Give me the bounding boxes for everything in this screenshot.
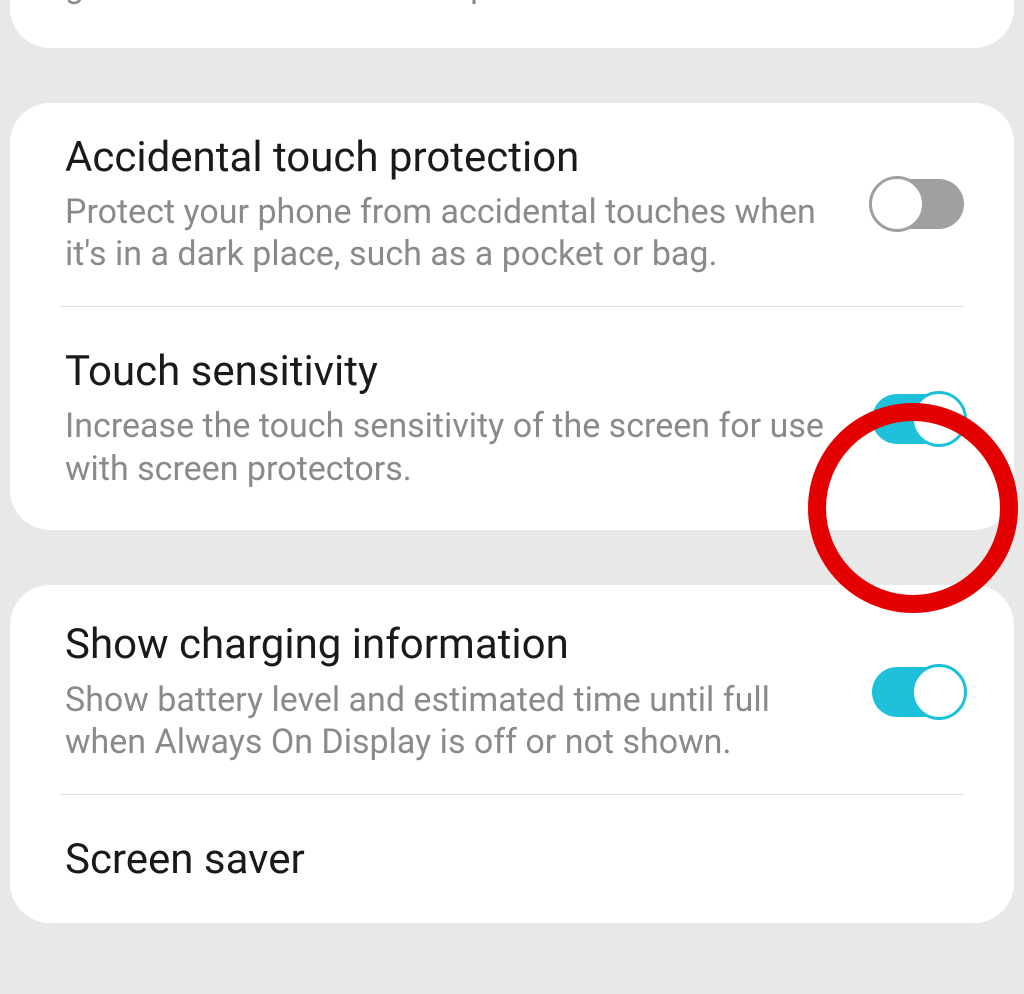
charging-info-toggle[interactable] xyxy=(872,667,964,717)
charging-info-row[interactable]: Show charging information Show battery l… xyxy=(10,585,1014,793)
touch-sensitivity-title: Touch sensitivity xyxy=(65,347,842,397)
screen-saver-row[interactable]: Screen saver xyxy=(10,795,1014,923)
accidental-touch-row[interactable]: Accidental touch protection Protect your… xyxy=(10,103,1014,306)
toggle-knob xyxy=(911,391,967,447)
charging-info-text: Show charging information Show battery l… xyxy=(65,620,872,763)
partial-setting-desc: gestures for more screen space. xyxy=(10,0,1014,8)
toggle-knob xyxy=(911,664,967,720)
accidental-touch-toggle[interactable] xyxy=(872,179,964,229)
charging-info-title: Show charging information xyxy=(65,620,842,670)
charging-info-desc: Show battery level and estimated time un… xyxy=(65,679,842,764)
touch-sensitivity-toggle[interactable] xyxy=(872,394,964,444)
touch-sensitivity-desc: Increase the touch sensitivity of the sc… xyxy=(65,405,842,490)
settings-card-middle: Accidental touch protection Protect your… xyxy=(10,103,1014,531)
screen-saver-text: Screen saver xyxy=(65,835,964,893)
touch-sensitivity-text: Touch sensitivity Increase the touch sen… xyxy=(65,347,872,490)
accidental-touch-title: Accidental touch protection xyxy=(65,133,842,183)
accidental-touch-text: Accidental touch protection Protect your… xyxy=(65,133,872,276)
settings-card-bottom: Show charging information Show battery l… xyxy=(10,585,1014,923)
settings-card-top: gestures for more screen space. xyxy=(10,0,1014,48)
accidental-touch-desc: Protect your phone from accidental touch… xyxy=(65,191,842,276)
toggle-knob xyxy=(869,176,925,232)
screen-saver-title: Screen saver xyxy=(65,835,934,885)
touch-sensitivity-row[interactable]: Touch sensitivity Increase the touch sen… xyxy=(10,307,1014,530)
